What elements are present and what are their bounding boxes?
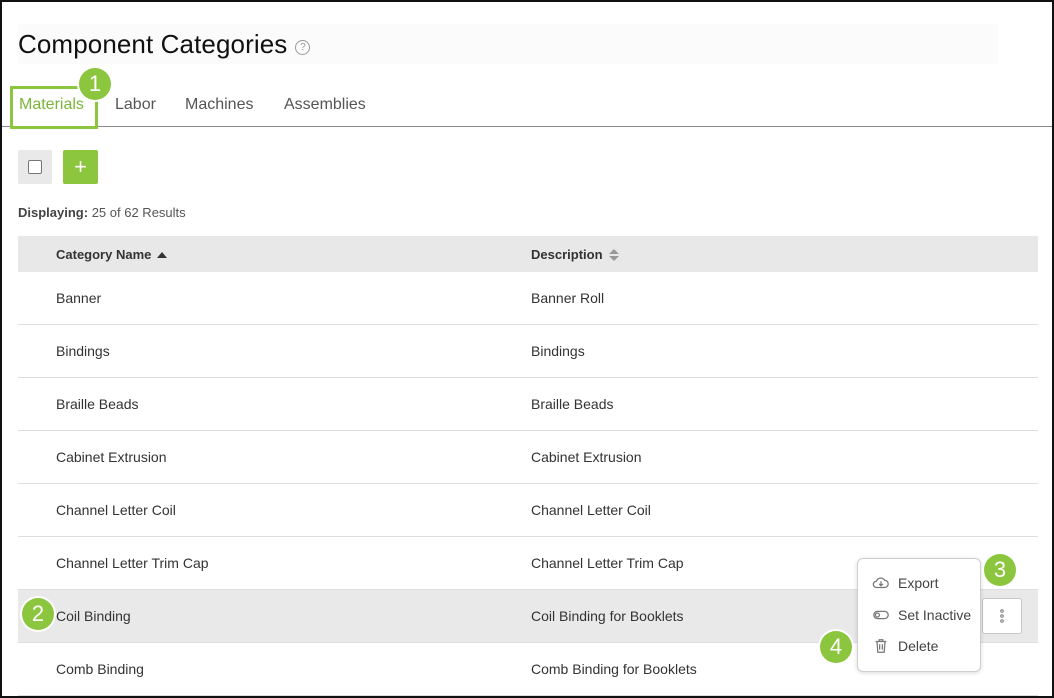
checkbox-icon (28, 160, 42, 174)
menu-item-label: Set Inactive (898, 607, 972, 623)
page-title: Component Categories (18, 28, 288, 59)
cell-description: Cabinet Extrusion (531, 449, 642, 465)
menu-item-set-inactive[interactable]: Set Inactive (872, 606, 971, 624)
column-label: Category Name (56, 247, 152, 262)
cloud-download-icon (872, 577, 889, 589)
toggle-off-icon (873, 610, 889, 620)
table-row[interactable]: Braille Beads Braille Beads (18, 378, 1038, 431)
tab-assemblies[interactable]: Assemblies (284, 96, 366, 114)
cell-category-name: Channel Letter Trim Cap (56, 555, 209, 571)
callout-badge-1: 1 (79, 68, 111, 100)
table-header: Category Name Description (18, 236, 1038, 272)
cell-description: Banner Roll (531, 290, 605, 306)
select-all-checkbox[interactable] (18, 150, 52, 184)
cell-category-name: Banner (56, 290, 102, 306)
cell-description: Bindings (531, 343, 585, 359)
results-text: 25 of 62 Results (91, 205, 186, 220)
more-vertical-icon (1000, 609, 1004, 623)
sort-unsorted-icon (608, 248, 619, 261)
table-row[interactable]: Channel Letter Coil Channel Letter Coil (18, 484, 1038, 537)
menu-item-export[interactable]: Export (872, 574, 938, 592)
column-label: Description (531, 247, 603, 262)
cell-category-name: Bindings (56, 343, 110, 359)
column-header-description[interactable]: Description (531, 247, 619, 262)
category-tabs: Materials Labor Machines Assemblies (2, 86, 1052, 129)
menu-item-label: Delete (898, 638, 939, 654)
callout-badge-2: 2 (22, 598, 54, 630)
cell-description: Comb Binding for Booklets (531, 661, 697, 677)
app-frame: Component Categories ? Materials Labor M… (0, 0, 1054, 698)
table-row[interactable]: Cabinet Extrusion Cabinet Extrusion (18, 431, 1038, 484)
help-icon[interactable]: ? (295, 39, 311, 55)
cell-description: Channel Letter Trim Cap (531, 555, 684, 571)
add-category-button[interactable]: + (63, 150, 98, 184)
row-actions-kebab-button[interactable] (982, 598, 1022, 634)
tab-machines[interactable]: Machines (185, 96, 253, 114)
cell-category-name: Braille Beads (56, 396, 139, 412)
tab-labor[interactable]: Labor (115, 96, 156, 114)
cell-description: Braille Beads (531, 396, 614, 412)
cell-category-name: Comb Binding (56, 661, 144, 677)
page-header: Component Categories ? (18, 24, 998, 64)
results-prefix: Displaying: (18, 205, 89, 220)
sort-ascending-icon (157, 251, 168, 258)
column-header-category-name[interactable]: Category Name (56, 247, 168, 262)
row-actions-menu: Export Set Inactive Delete (857, 558, 981, 672)
table-row[interactable]: Bindings Bindings (18, 325, 1038, 378)
menu-item-label: Export (898, 575, 939, 591)
cell-description: Coil Binding for Booklets (531, 608, 684, 624)
cell-category-name: Channel Letter Coil (56, 502, 176, 518)
tab-materials[interactable]: Materials (19, 96, 84, 114)
table-row[interactable]: Banner Banner Roll (18, 272, 1038, 325)
callout-badge-4: 4 (820, 631, 852, 663)
menu-item-delete[interactable]: Delete (872, 637, 938, 655)
cell-category-name: Cabinet Extrusion (56, 449, 167, 465)
callout-badge-3: 3 (984, 554, 1016, 586)
cell-description: Channel Letter Coil (531, 502, 651, 518)
results-count: Displaying: 25 of 62 Results (18, 205, 186, 220)
trash-icon (875, 639, 887, 653)
cell-category-name: Coil Binding (56, 608, 131, 624)
